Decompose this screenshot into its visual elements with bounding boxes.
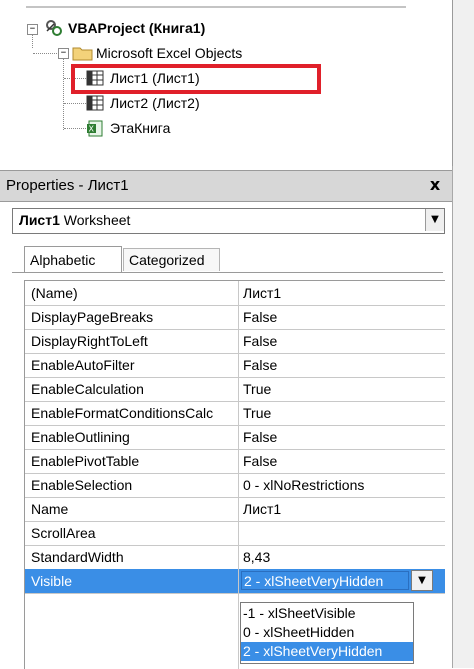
property-value[interactable]: False: [243, 425, 438, 449]
visible-options-list: -1 - xlSheetVisible 0 - xlSheetHidden 2 …: [240, 602, 414, 664]
object-name: Лист1: [19, 212, 60, 228]
property-name: Name: [31, 501, 69, 517]
property-value[interactable]: Лист1: [243, 497, 438, 521]
property-row[interactable]: ScrollArea: [25, 521, 445, 546]
properties-title: Properties - Лист1: [6, 177, 129, 194]
property-value[interactable]: False: [243, 329, 438, 353]
property-value[interactable]: True: [243, 401, 438, 425]
tab-alphabetic[interactable]: Alphabetic: [24, 246, 122, 272]
property-value[interactable]: 0 - xlNoRestrictions: [243, 473, 438, 497]
workbook-icon: X: [87, 120, 103, 137]
tree-item-thisworkbook[interactable]: ЭтаКнига: [110, 120, 170, 136]
property-row[interactable]: EnableAutoFilter False: [25, 353, 445, 378]
property-value[interactable]: Лист1: [243, 281, 438, 305]
property-row[interactable]: EnableOutlining False: [25, 425, 445, 450]
tree-top-partial-row: [26, 0, 406, 8]
close-icon[interactable]: x: [426, 175, 444, 195]
property-row[interactable]: StandardWidth 8,43: [25, 545, 445, 570]
property-name: EnableOutlining: [31, 429, 130, 445]
svg-text:X: X: [89, 125, 95, 134]
property-name: ScrollArea: [31, 525, 96, 541]
visible-dropdown-button[interactable]: ▼: [411, 570, 433, 591]
property-row[interactable]: EnableSelection 0 - xlNoRestrictions: [25, 473, 445, 498]
property-row[interactable]: EnablePivotTable False: [25, 449, 445, 474]
property-row[interactable]: DisplayPageBreaks False: [25, 305, 445, 330]
property-value[interactable]: False: [243, 305, 438, 329]
highlight-box: [71, 64, 321, 94]
property-name: StandardWidth: [31, 549, 124, 565]
collapse-project-icon[interactable]: −: [27, 24, 38, 35]
property-name: EnableCalculation: [31, 381, 144, 397]
property-row[interactable]: Name Лист1: [25, 497, 445, 522]
option-sheet-hidden[interactable]: 0 - xlSheetHidden: [241, 623, 413, 642]
right-panel-edge: [452, 0, 474, 668]
object-selector-value: Лист1 Worksheet: [19, 212, 130, 228]
visible-value-field[interactable]: 2 - xlSheetVeryHidden: [241, 571, 409, 590]
property-row[interactable]: EnableCalculation True: [25, 377, 445, 402]
property-value[interactable]: False: [243, 449, 438, 473]
worksheet-icon: [86, 95, 104, 111]
property-name: DisplayRightToLeft: [31, 333, 148, 349]
tab-categorized[interactable]: Categorized: [123, 248, 220, 271]
property-name: Visible: [31, 573, 72, 589]
property-name: EnablePivotTable: [31, 453, 140, 469]
object-type: Worksheet: [63, 212, 131, 228]
property-name: EnableSelection: [31, 477, 133, 493]
excel-objects-folder-label[interactable]: Microsoft Excel Objects: [96, 45, 242, 61]
property-value[interactable]: 8,43: [243, 545, 438, 569]
property-name: EnableAutoFilter: [31, 357, 135, 373]
property-name: (Name): [31, 285, 78, 301]
property-name: EnableFormatConditionsCalc: [31, 405, 214, 421]
property-name: DisplayPageBreaks: [31, 309, 154, 325]
object-selector[interactable]: Лист1 Worksheet ▼: [12, 208, 445, 234]
property-value[interactable]: [243, 521, 438, 545]
vba-project-label[interactable]: VBAProject (Книга1): [68, 20, 205, 36]
option-sheet-visible[interactable]: -1 - xlSheetVisible: [241, 604, 413, 623]
vba-project-icon: [46, 20, 62, 36]
option-sheet-very-hidden[interactable]: 2 - xlSheetVeryHidden: [241, 642, 413, 661]
property-row[interactable]: EnableFormatConditionsCalc True: [25, 401, 445, 426]
chevron-down-icon[interactable]: ▼: [425, 209, 444, 231]
properties-titlebar: Properties - Лист1 x: [0, 170, 452, 202]
property-value[interactable]: True: [243, 377, 438, 401]
property-row-selected[interactable]: Visible 2 - xlSheetVeryHidden ▼: [25, 569, 445, 594]
project-explorer-tree: − VBAProject (Книга1) − Microsoft Excel …: [0, 0, 453, 166]
property-value[interactable]: False: [243, 353, 438, 377]
folder-icon: [72, 47, 93, 61]
property-row[interactable]: (Name) Лист1: [25, 281, 445, 306]
tree-item-sheet2[interactable]: Лист2 (Лист2): [110, 95, 200, 111]
property-row[interactable]: DisplayRightToLeft False: [25, 329, 445, 354]
collapse-folder-icon[interactable]: −: [58, 48, 69, 59]
